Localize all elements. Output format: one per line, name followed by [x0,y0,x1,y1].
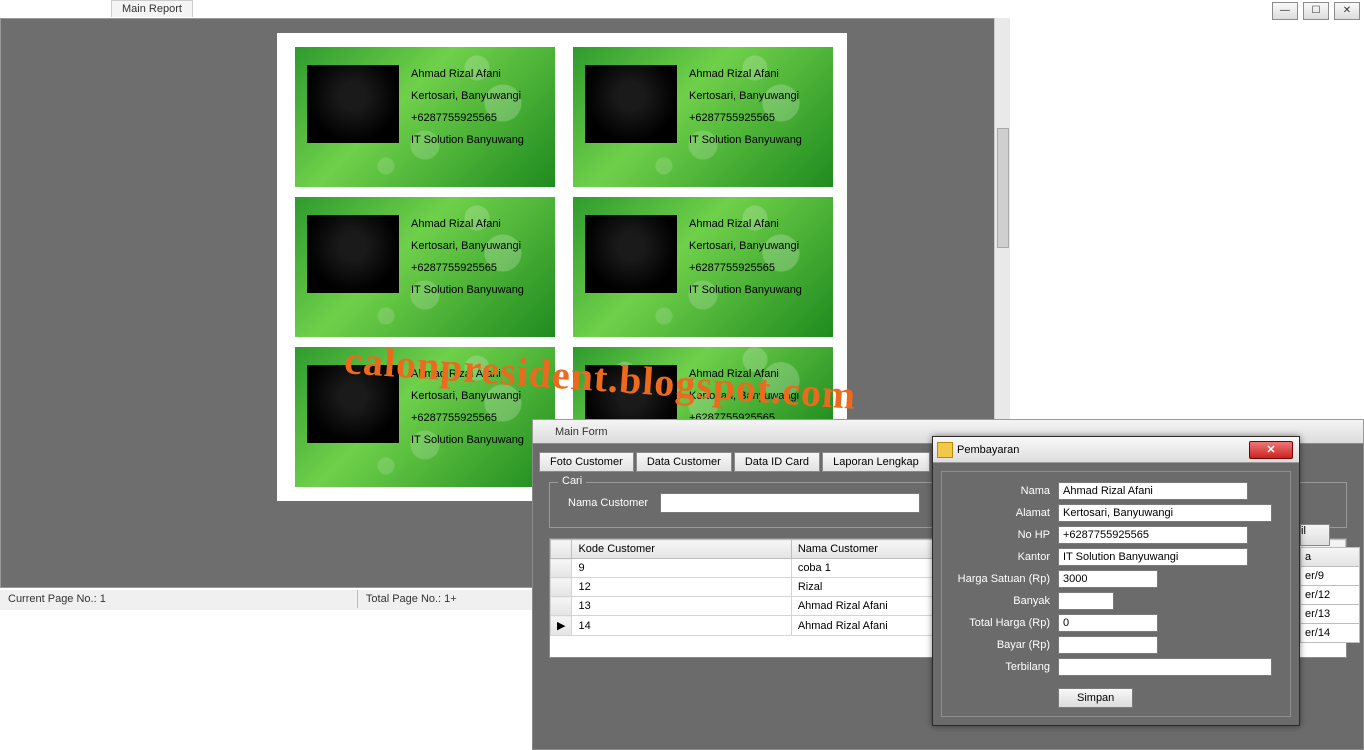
id-card: Ahmad Rizal AfaniKertosari, Banyuwangi+6… [295,197,555,337]
lbl-nama: Nama [954,485,1050,497]
input-harga[interactable] [1058,570,1158,588]
search-input[interactable] [660,493,920,513]
row-header [551,559,572,578]
id-card: Ahmad Rizal AfaniKertosari, Banyuwangi+6… [573,197,833,337]
input-banyak[interactable] [1058,592,1114,610]
photo [585,215,677,293]
app-icon [937,442,953,458]
input-bayar[interactable] [1058,636,1158,654]
rightcol-header: a [1300,547,1360,567]
right-column-fragment: a er/9 er/12 er/13 er/14 [1300,547,1360,643]
status-total-page: Total Page No.: 1+ [357,590,465,608]
input-total[interactable] [1058,614,1158,632]
photo [307,65,399,143]
lbl-banyak: Banyak [954,595,1050,607]
row-header [551,578,572,597]
id-card: Ahmad Rizal AfaniKertosari, Banyuwangi+6… [573,47,833,187]
dialog-title-text: Pembayaran [957,444,1019,456]
tab-laporan-lengkap[interactable]: Laporan Lengkap [822,452,930,472]
save-button[interactable]: Simpan [1058,688,1133,708]
photo [307,365,399,443]
id-card: Ahmad Rizal AfaniKertosari, Banyuwangi+6… [295,47,555,187]
tab-data-id-card[interactable]: Data ID Card [734,452,820,472]
photo [307,215,399,293]
cell-kode[interactable]: 9 [572,559,791,578]
row-header [551,597,572,616]
lbl-alamat: Alamat [954,507,1050,519]
lbl-terbilang: Terbilang [954,661,1050,673]
grid-corner [551,540,572,559]
status-current-page: Current Page No.: 1 [0,590,114,608]
lbl-bayar: Bayar (Rp) [954,639,1050,651]
rightcol-cell: er/12 [1300,586,1360,605]
report-tab-main[interactable]: Main Report [111,0,193,17]
input-nama[interactable] [1058,482,1248,500]
tab-foto-customer[interactable]: Foto Customer [539,452,634,472]
search-label: Nama Customer [568,497,648,509]
lbl-kantor: Kantor [954,551,1050,563]
maximize-button[interactable]: ☐ [1303,2,1329,20]
col-kode[interactable]: Kode Customer [572,540,791,559]
close-button[interactable]: ✕ [1334,2,1360,20]
row-header: ▶ [551,616,572,636]
lbl-total: Total Harga (Rp) [954,617,1050,629]
dialog-close-button[interactable]: ✕ [1249,441,1293,459]
mainform-title-text: Main Form [555,426,608,438]
input-terbilang[interactable] [1058,658,1272,676]
id-card: Ahmad Rizal AfaniKertosari, Banyuwangi+6… [295,347,555,487]
groupbox-label: Cari [558,475,586,487]
lbl-harga: Harga Satuan (Rp) [954,573,1050,585]
input-alamat[interactable] [1058,504,1272,522]
photo [585,65,677,143]
tab-data-customer[interactable]: Data Customer [636,452,732,472]
minimize-button[interactable]: — [1272,2,1298,20]
pembayaran-dialog: Pembayaran ✕ Nama Alamat No HP Kantor Ha… [932,436,1300,726]
dialog-body: Nama Alamat No HP Kantor Harga Satuan (R… [941,471,1291,717]
cell-kode[interactable]: 14 [572,616,791,636]
right-button-fragment[interactable]: il [1300,524,1330,546]
cell-kode[interactable]: 13 [572,597,791,616]
rightcol-cell: er/13 [1300,605,1360,624]
input-hp[interactable] [1058,526,1248,544]
cell-kode[interactable]: 12 [572,578,791,597]
input-kantor[interactable] [1058,548,1248,566]
lbl-hp: No HP [954,529,1050,541]
rightcol-cell: er/14 [1300,624,1360,643]
dialog-titlebar[interactable]: Pembayaran ✕ [933,437,1299,463]
parent-window-controls: — ☐ ✕ [1270,2,1360,20]
scrollbar-thumb[interactable] [997,128,1009,248]
rightcol-cell: er/9 [1300,567,1360,586]
